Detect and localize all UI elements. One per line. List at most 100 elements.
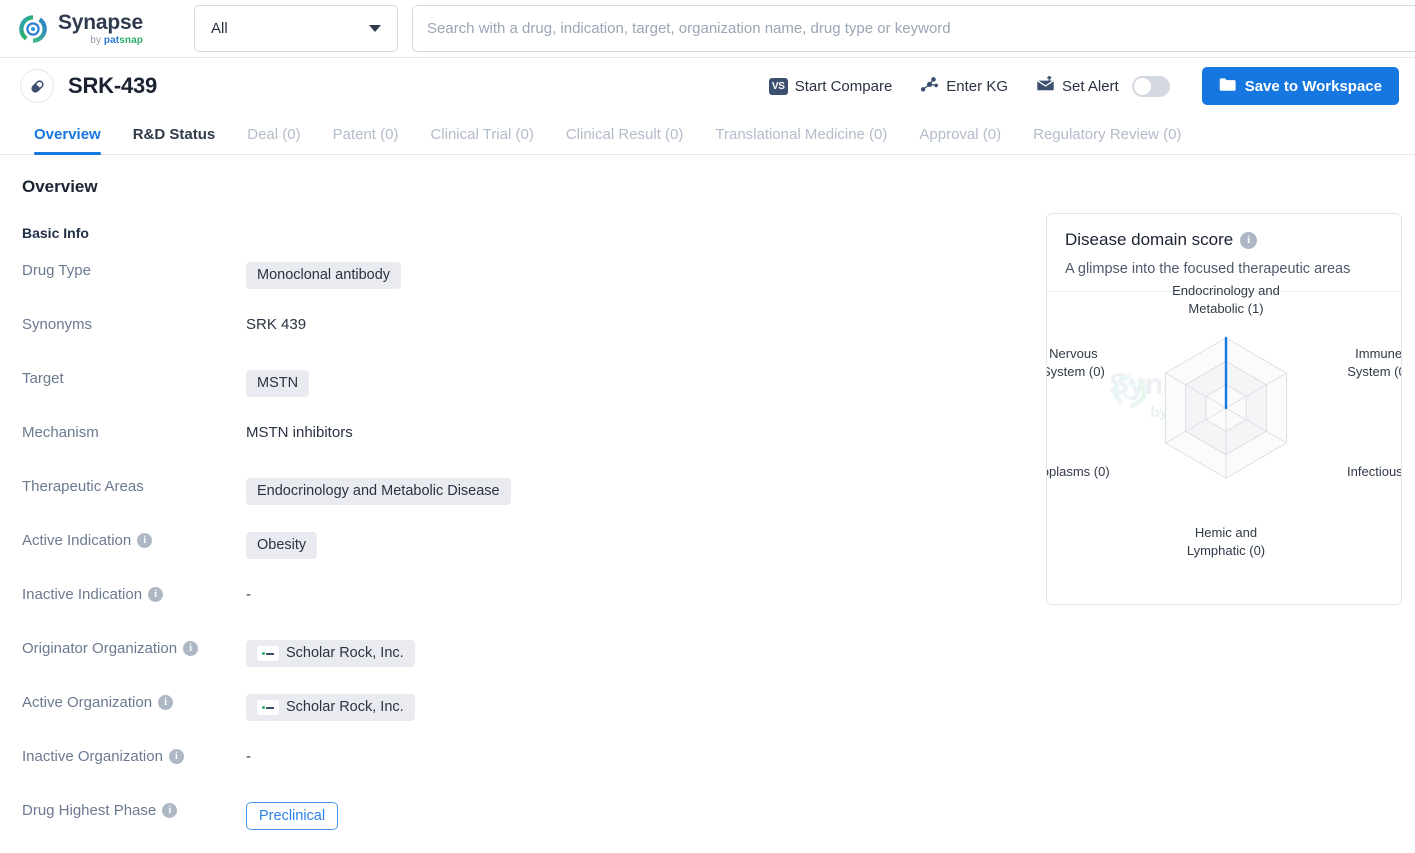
info-row-label: Drug Highest Phase i <box>0 801 246 819</box>
organization-chip-label: Scholar Rock, Inc. <box>286 645 404 661</box>
tab-clinical-result-0[interactable]: Clinical Result (0) <box>550 126 700 154</box>
radar-axis-label: Neoplasms (0) <box>1047 464 1110 479</box>
info-icon[interactable]: i <box>162 803 178 818</box>
folder-icon <box>1219 77 1236 96</box>
radar-chart: Synapse by patsnap Endocrinology and Met… <box>1046 283 1402 592</box>
info-row-label: Active Indication i <box>0 531 246 549</box>
enter-kg-button[interactable]: Enter KG <box>906 69 1022 103</box>
info-row-value: Preclinical <box>246 801 1415 830</box>
page-title: SRK-439 <box>68 73 158 98</box>
tab-translational-medicine-0[interactable]: Translational Medicine (0) <box>699 126 903 154</box>
detail-tabs: Overview R&D Status Deal (0) Patent (0) Clin… <box>0 114 1415 155</box>
global-search-box[interactable] <box>412 5 1415 52</box>
score-card-subtitle: A glimpse into the focused therapeutic a… <box>1065 261 1351 277</box>
info-icon[interactable]: i <box>183 641 199 656</box>
value-chip-label: Obesity <box>257 537 307 553</box>
info-row-label: Mechanism <box>0 423 246 441</box>
tab-deal-0[interactable]: Deal (0) <box>231 126 316 154</box>
chevron-down-icon <box>369 25 381 32</box>
synapse-logo-icon <box>16 12 50 46</box>
info-icon[interactable]: i <box>158 695 174 710</box>
set-alert-label: Set Alert <box>1062 77 1119 95</box>
info-label-text: Originator Organization <box>22 640 178 657</box>
radar-axis-label: Endocrinology and Metabolic (1) <box>1172 283 1280 316</box>
info-row: Active Organization i Scholar Rock, Inc. <box>0 693 1415 747</box>
value-chip-label: Monoclonal antibody <box>257 267 391 283</box>
tab-overview[interactable]: Overview <box>18 126 117 155</box>
score-card-header: Disease domain score i A glimpse into th… <box>1047 214 1401 292</box>
info-label-text: Synonyms <box>22 316 93 333</box>
search-scope-value: All <box>211 20 228 37</box>
info-row-label: Inactive Indication i <box>0 585 246 603</box>
info-row-value: Scholar Rock, Inc. <box>246 639 1415 668</box>
start-compare-label: Start Compare <box>794 77 893 95</box>
info-icon[interactable]: i <box>137 533 153 548</box>
save-to-workspace-label: Save to Workspace <box>1244 77 1382 95</box>
radar-axis-label: Immune System (0) <box>1347 346 1402 379</box>
info-row: Drug Highest Phase i Preclinical <box>0 801 1415 853</box>
value-chip-label: MSTN <box>257 375 299 391</box>
header-actions: VS Start Compare Enter KG Set Alert Save… <box>755 58 1399 114</box>
tab-approval-0[interactable]: Approval (0) <box>903 126 1017 154</box>
organization-chip[interactable]: Scholar Rock, Inc. <box>246 694 415 722</box>
value-text: - <box>246 748 251 765</box>
info-icon[interactable]: i <box>168 749 184 764</box>
info-row-label: Inactive Organization i <box>0 747 246 765</box>
info-icon[interactable]: i <box>1240 231 1258 249</box>
info-row-label: Therapeutic Areas <box>0 477 246 495</box>
alert-envelope-icon <box>1036 75 1055 96</box>
value-text: SRK 439 <box>246 316 307 333</box>
info-label-text: Mechanism <box>22 424 99 441</box>
info-row: Originator Organization i Scholar Rock, In… <box>0 639 1415 693</box>
info-row-label: Drug Type <box>0 261 246 279</box>
drug-phase-pill[interactable]: Preclinical <box>246 802 339 830</box>
drug-header: SRK-439 VS Start Compare Enter KG Set Al… <box>0 58 1415 114</box>
info-icon[interactable]: i <box>148 587 164 602</box>
overview-content: Overview Basic Info Drug Type Monoclonal … <box>0 155 1415 853</box>
top-search-bar: Synapse by patsnap All <box>0 0 1415 58</box>
brand-tagline: by patsnap <box>90 34 143 46</box>
value-text: - <box>246 586 251 603</box>
info-label-text: Active Organization <box>22 694 153 711</box>
search-scope-select[interactable]: All <box>194 5 398 52</box>
tab-r-d-status[interactable]: R&D Status <box>117 126 232 154</box>
info-label-text: Inactive Organization <box>22 748 163 765</box>
value-chip-label: Endocrinology and Metabolic Disease <box>257 483 500 499</box>
value-chip[interactable]: Endocrinology and Metabolic Disease <box>246 478 511 506</box>
value-chip[interactable]: Obesity <box>246 532 318 560</box>
set-alert-toggle[interactable] <box>1131 75 1170 97</box>
organization-chip-label: Scholar Rock, Inc. <box>286 699 404 715</box>
organization-logo-icon <box>257 646 279 662</box>
value-text: MSTN inhibitors <box>246 424 353 441</box>
vs-badge-icon: VS <box>768 77 788 95</box>
tab-patent-0[interactable]: Patent (0) <box>317 126 415 154</box>
info-row-label: Active Organization i <box>0 693 246 711</box>
score-card-title-row: Disease domain score i <box>1065 230 1383 250</box>
info-label-text: Inactive Indication <box>22 586 143 603</box>
save-to-workspace-button[interactable]: Save to Workspace <box>1201 67 1399 105</box>
organization-logo-icon <box>257 700 279 716</box>
tab-clinical-trial-0[interactable]: Clinical Trial (0) <box>414 126 549 154</box>
info-label-text: Drug Highest Phase <box>22 802 157 819</box>
organization-chip[interactable]: Scholar Rock, Inc. <box>246 640 415 668</box>
info-row: Inactive Organization i - <box>0 747 1415 801</box>
info-label-text: Active Indication <box>22 532 132 549</box>
radar-axis-label: Infectious (0) <box>1347 464 1402 479</box>
drug-phase-label: Preclinical <box>259 808 326 824</box>
info-label-text: Drug Type <box>22 262 91 279</box>
search-input[interactable] <box>427 20 1415 37</box>
value-chip[interactable]: MSTN <box>246 370 310 398</box>
radar-axis-label: Nervous System (0) <box>1046 346 1105 379</box>
overview-heading: Overview <box>22 177 98 196</box>
knowledge-graph-icon <box>920 76 939 97</box>
brand-name: Synapse <box>58 10 143 34</box>
enter-kg-label: Enter KG <box>946 77 1008 95</box>
info-row-value: Scholar Rock, Inc. <box>246 693 1415 722</box>
synapse-logo[interactable]: Synapse by patsnap <box>16 12 143 46</box>
disease-domain-score-card: Disease domain score i A glimpse into th… <box>1046 213 1402 605</box>
info-label-text: Target <box>22 370 64 387</box>
set-alert-control[interactable]: Set Alert <box>1022 69 1184 103</box>
start-compare-button[interactable]: VS Start Compare <box>755 69 907 103</box>
value-chip[interactable]: Monoclonal antibody <box>246 262 402 290</box>
tab-regulatory-review-0[interactable]: Regulatory Review (0) <box>1017 126 1197 154</box>
